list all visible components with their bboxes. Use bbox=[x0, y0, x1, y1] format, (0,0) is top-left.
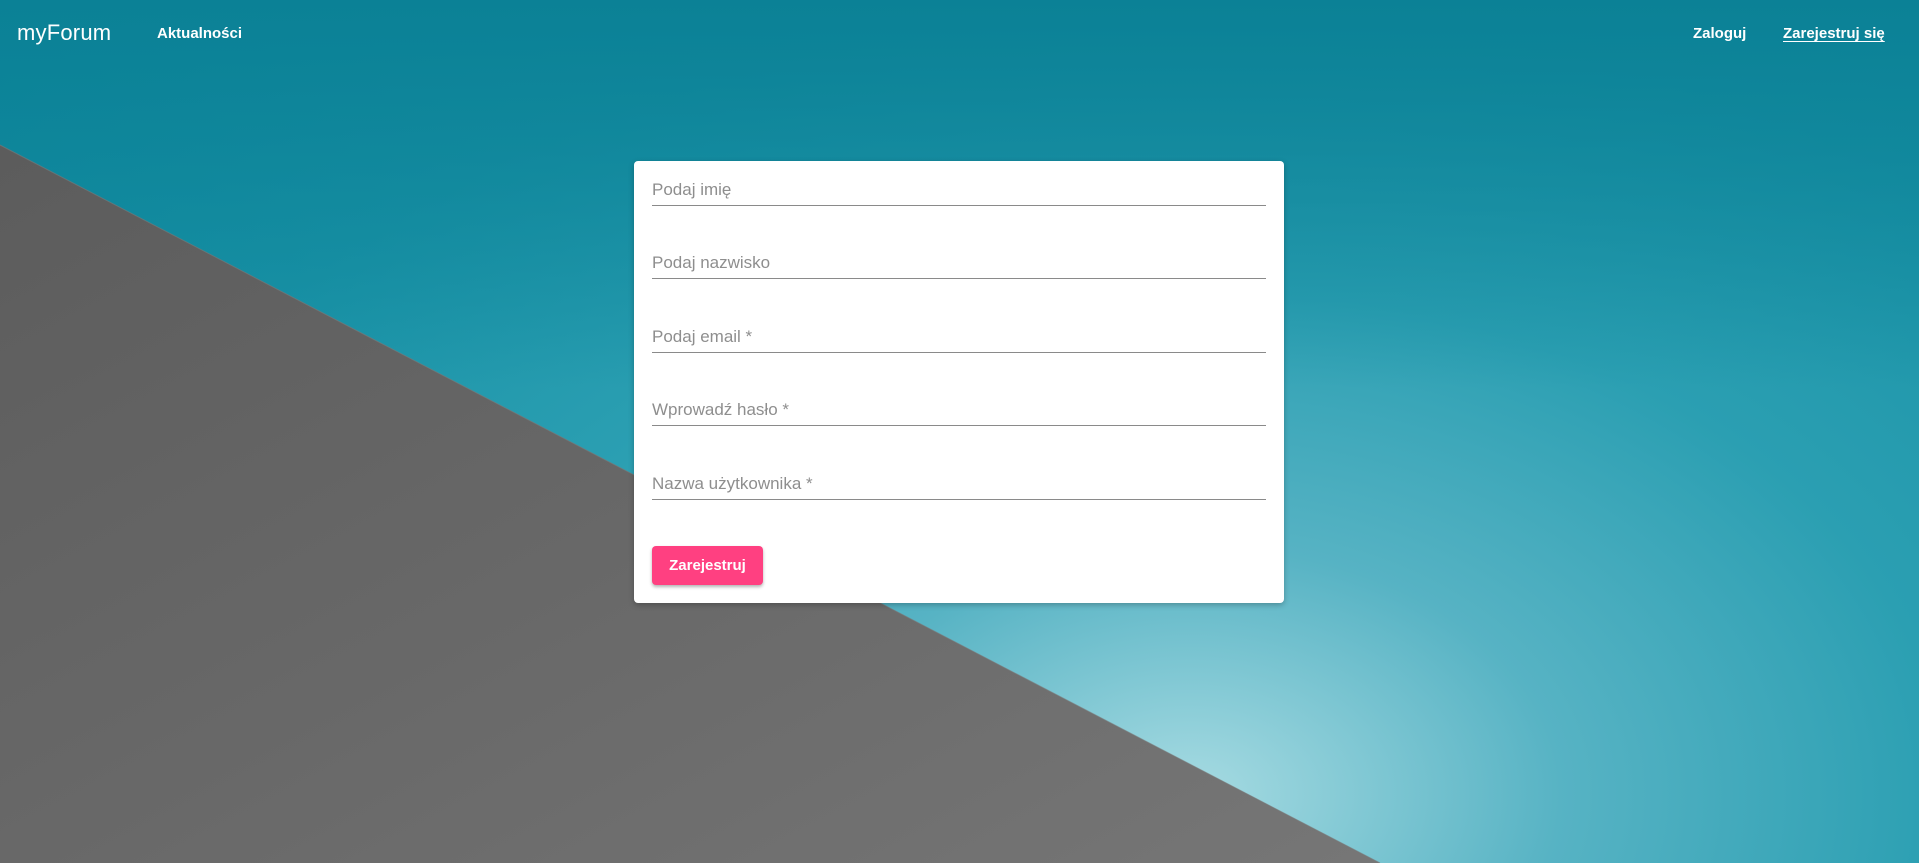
nav-link-login[interactable]: Zaloguj bbox=[1693, 25, 1746, 42]
first-name-input[interactable] bbox=[652, 180, 1266, 200]
last-name-input[interactable] bbox=[652, 253, 1266, 273]
top-navbar: myForum Aktualności Zaloguj Zarejestruj … bbox=[0, 0, 1919, 68]
brand-logo[interactable]: myForum bbox=[17, 20, 111, 46]
first-name-field bbox=[652, 169, 1266, 206]
username-input[interactable] bbox=[652, 474, 1266, 494]
email-field bbox=[652, 316, 1266, 353]
last-name-field bbox=[652, 242, 1266, 279]
password-field bbox=[652, 389, 1266, 426]
username-field bbox=[652, 463, 1266, 500]
register-submit-button[interactable]: Zarejestruj bbox=[652, 546, 763, 585]
nav-link-register[interactable]: Zarejestruj się bbox=[1783, 25, 1885, 42]
page-background: myForum Aktualności Zaloguj Zarejestruj … bbox=[0, 0, 1919, 863]
registration-form-card: Zarejestruj bbox=[634, 161, 1284, 603]
nav-link-news[interactable]: Aktualności bbox=[157, 25, 242, 42]
password-input[interactable] bbox=[652, 400, 1266, 420]
email-input[interactable] bbox=[652, 327, 1266, 347]
